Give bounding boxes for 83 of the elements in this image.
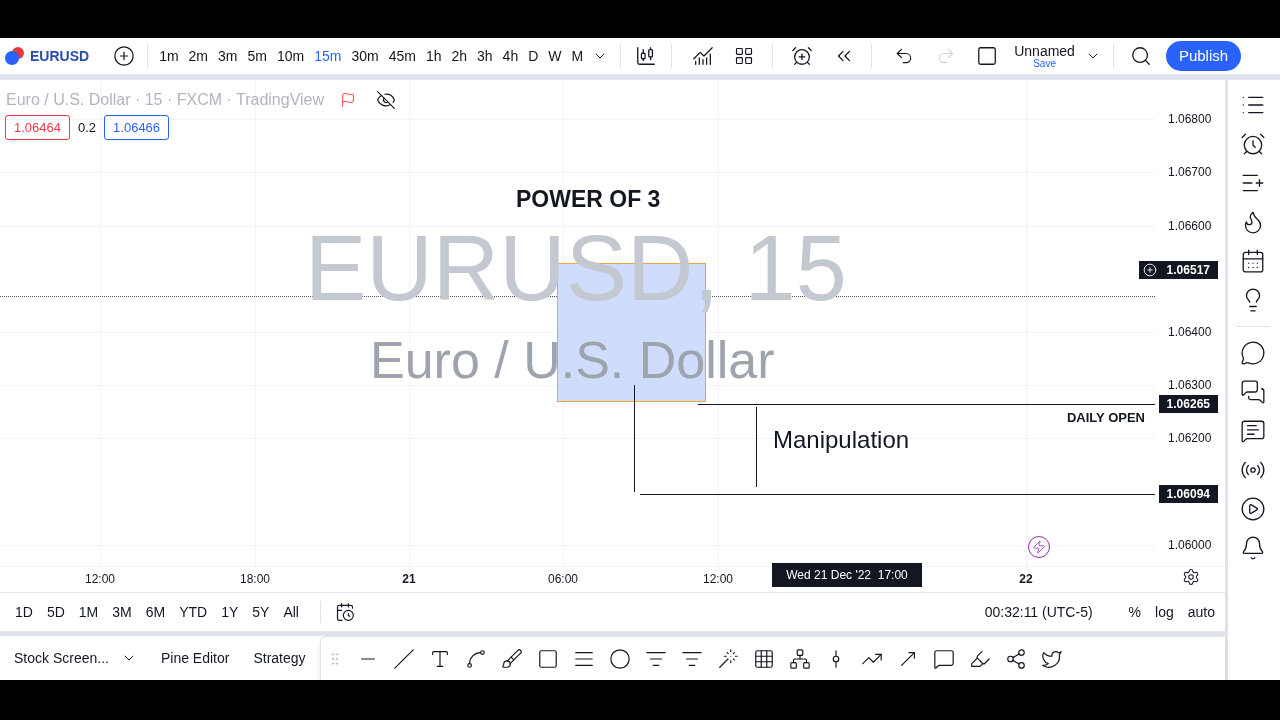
interval-tab[interactable]: 1h xyxy=(420,45,447,67)
sell-price-button[interactable]: 1.06464 xyxy=(5,115,70,140)
line-label[interactable]: DAILY OPEN xyxy=(1066,408,1145,428)
price-tick: 1.06700 xyxy=(1168,166,1212,178)
fullscreen-icon[interactable] xyxy=(976,45,999,67)
range-button[interactable]: All xyxy=(276,601,306,623)
buy-price-button[interactable]: 1.06466 xyxy=(104,115,170,140)
price-tick: 1.06600 xyxy=(1168,220,1212,232)
chat-bubble-icon[interactable] xyxy=(1239,340,1266,366)
price-tag: 1.06094 xyxy=(1158,485,1218,503)
publish-button[interactable]: Publish xyxy=(1165,41,1242,71)
scale-option[interactable]: auto xyxy=(1187,601,1215,623)
chart-heading[interactable]: POWER OF 3 xyxy=(516,182,661,217)
interval-tab[interactable]: 4h xyxy=(497,45,524,67)
bottom-panel-tab[interactable]: Stock Screen... xyxy=(0,647,147,669)
interval-tab[interactable]: 3m xyxy=(213,45,243,67)
flag-icon[interactable] xyxy=(340,92,357,108)
time-tick: 22 xyxy=(1019,571,1033,588)
interval-tab[interactable]: M xyxy=(566,45,589,67)
range-button[interactable]: 5Y xyxy=(245,601,277,623)
price-tag: 1.06517 xyxy=(1138,261,1218,279)
price-tick: 1.06800 xyxy=(1168,113,1212,125)
rectangle-icon[interactable] xyxy=(536,647,559,670)
search-icon[interactable] xyxy=(1129,45,1152,67)
interval-tab[interactable]: 2h xyxy=(446,45,473,67)
brush-icon[interactable] xyxy=(500,647,523,670)
interval-tab[interactable]: 1m xyxy=(154,45,184,67)
range-button[interactable]: 6M xyxy=(138,601,173,623)
hide-icon[interactable] xyxy=(376,90,397,110)
save-link[interactable]: Save xyxy=(1033,58,1056,69)
interval-tab[interactable]: 30m xyxy=(346,45,384,67)
layout-grid-icon[interactable] xyxy=(734,46,755,66)
range-button[interactable]: 3M xyxy=(105,601,139,623)
time-tick: 18:00 xyxy=(240,571,270,588)
play-icon[interactable] xyxy=(1239,496,1266,522)
candles-icon[interactable] xyxy=(635,45,658,67)
alarm-clock-icon[interactable] xyxy=(1239,131,1266,157)
bottom-panel-tab[interactable]: Pine Editor xyxy=(146,647,240,669)
settings-icon[interactable] xyxy=(1182,568,1200,586)
ellipse-icon[interactable] xyxy=(608,647,631,670)
interval-tab[interactable]: 10m xyxy=(271,45,310,67)
interval-tab[interactable]: 3h xyxy=(472,45,498,67)
range-button[interactable]: 1M xyxy=(71,601,106,623)
interval-tab[interactable]: 15m xyxy=(309,45,347,67)
range-button[interactable]: YTD xyxy=(172,601,215,623)
range-button[interactable]: 5D xyxy=(39,601,72,623)
go-to-date-icon[interactable] xyxy=(335,602,355,622)
scale-option[interactable]: log xyxy=(1155,601,1174,623)
alarm-plus-icon[interactable] xyxy=(791,45,814,67)
message-icon[interactable] xyxy=(1239,418,1266,444)
layout-name[interactable]: Unnamed xyxy=(1014,43,1075,58)
bottom-panel-tab[interactable]: Strategy xyxy=(239,647,316,669)
grid-icon[interactable] xyxy=(752,647,775,670)
spread-value: 0.2 xyxy=(78,118,97,137)
price-tick: 1.06000 xyxy=(1168,539,1212,551)
time-tick: 21 xyxy=(402,571,416,588)
timezone-clock[interactable]: 00:32:11 (UTC-5) xyxy=(984,601,1093,623)
interval-tab[interactable]: W xyxy=(543,45,567,67)
scale-option[interactable]: % xyxy=(1128,601,1142,623)
symbol-name[interactable]: EURUSD xyxy=(30,45,90,67)
add-icon[interactable] xyxy=(1142,263,1157,277)
path-icon[interactable] xyxy=(464,647,487,670)
interval-tab[interactable]: 45m xyxy=(383,45,421,67)
price-tick: 1.06200 xyxy=(1168,432,1212,444)
price-tag: 1.06265 xyxy=(1158,395,1218,413)
compare-button[interactable] xyxy=(113,45,136,67)
callout-icon[interactable] xyxy=(932,647,955,670)
interval-tab[interactable]: 2m xyxy=(183,45,214,67)
interval-tab[interactable]: D xyxy=(523,45,544,67)
interval-tab[interactable]: 5m xyxy=(242,45,272,67)
time-tick: 06:00 xyxy=(548,571,578,588)
time-tick: 12:00 xyxy=(703,571,733,588)
chart-legend-title: Euro / U.S. Dollar · 15 · FXCM · TradingView xyxy=(6,90,325,110)
chart-text-label[interactable]: Manipulation xyxy=(773,422,910,458)
price-tick: 1.06400 xyxy=(1168,326,1212,338)
crosshair-time-label: Wed 21 Dec '22 17:00 xyxy=(772,563,922,587)
price-tick: 1.06300 xyxy=(1168,379,1212,391)
range-button[interactable]: 1D xyxy=(8,601,40,623)
range-button[interactable]: 1Y xyxy=(214,601,246,623)
indicators-icon[interactable] xyxy=(692,45,715,67)
chats-icon[interactable] xyxy=(1239,379,1266,405)
trend-line-icon[interactable] xyxy=(392,647,415,670)
time-tick: 12:00 xyxy=(85,571,115,588)
